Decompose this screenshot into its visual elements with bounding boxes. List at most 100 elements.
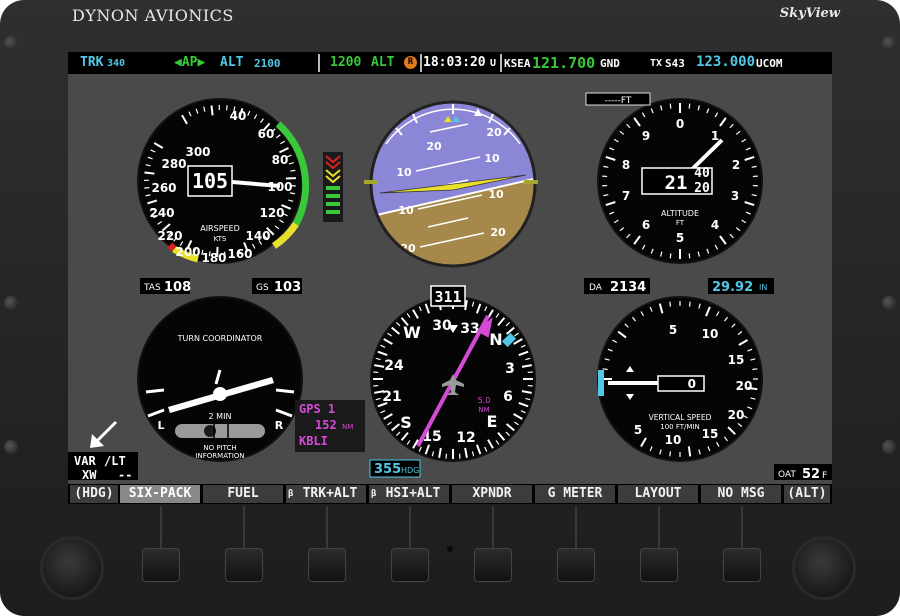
baro-value[interactable]: 29.92: [712, 280, 753, 295]
compass-label: E: [487, 412, 498, 431]
altitude-readout: 21: [665, 172, 688, 194]
compass-label: 12: [456, 430, 475, 446]
tick-mark: [602, 368, 608, 371]
ap-indicator[interactable]: ◀AP▶: [174, 55, 205, 70]
asi-label: 140: [245, 229, 270, 243]
alt-label: 1: [711, 129, 719, 143]
softkey-label: TRK+ALT: [302, 486, 358, 501]
gps-source: GPS 1: [299, 402, 335, 416]
trk-value: 340: [107, 58, 126, 69]
dual-knob-icon: β: [371, 489, 377, 499]
vsi-label: 10: [702, 327, 719, 341]
tc-title: TURN COORDINATOR: [177, 334, 263, 343]
gps-info-box: GPS 1 152 NM KBLI: [295, 400, 365, 452]
hardware-button-5[interactable]: [474, 548, 512, 582]
hardware-button-2[interactable]: [225, 548, 263, 582]
vsi-label: 20: [728, 408, 745, 422]
var-value: /LT: [104, 454, 126, 468]
display-bezel: DYNON AVIONICS SkyView TRK 340 ◀AP▶ ALT …: [0, 0, 900, 616]
softkey-six-pack[interactable]: SIX-PACK: [120, 485, 200, 503]
softkey-xpndr[interactable]: XPNDR: [452, 485, 532, 503]
com-frequency[interactable]: 121.700: [532, 54, 595, 72]
softkey-trk-alt[interactable]: β TRK+ALT: [286, 485, 366, 503]
pitch-label: 10: [488, 188, 504, 201]
hardware-button-4[interactable]: [391, 548, 429, 582]
heading-bug-value[interactable]: 355: [374, 462, 401, 477]
com2-frequency[interactable]: 123.000: [696, 54, 755, 70]
tick-mark: [669, 301, 672, 307]
hardware-button-6[interactable]: [557, 548, 595, 582]
alt-label: 2: [732, 158, 740, 172]
alt-bug-label: ALT: [371, 55, 395, 70]
softkey-alt[interactable]: (ALT): [784, 485, 830, 503]
asi-label: 240: [149, 206, 174, 220]
asi-label: 180: [201, 251, 226, 265]
hsi: W 30 33 N 3 6 E 12 15 S 21 24 5.0 NM 311…: [369, 285, 536, 478]
red-arc: [167, 242, 177, 252]
vsi-label: 5: [634, 423, 642, 437]
gps-waypoint: KBLI: [299, 434, 328, 448]
trk-label: TRK: [80, 55, 104, 70]
tick-mark: [669, 253, 672, 259]
hsi-distance-unit: NM: [478, 406, 489, 414]
vsi-title: VERTICAL SPEED: [649, 413, 712, 422]
altitude-roll-top: 40: [694, 166, 710, 181]
alt-label: 5: [676, 231, 684, 245]
tick-mark: [669, 103, 672, 109]
status-bar: TRK 340 ◀AP▶ ALT 2100 1200 ALT R 18:03:2…: [68, 52, 832, 74]
pitch-label: 20: [490, 226, 506, 239]
oat-value: 52: [802, 467, 820, 480]
tick-mark: [688, 253, 691, 259]
button-stem: [409, 506, 411, 548]
vsi-window: [657, 375, 705, 392]
right-knob[interactable]: [792, 536, 856, 600]
asi-label: 120: [259, 206, 284, 220]
screw-icon: [882, 440, 896, 454]
pitch-label: 10: [396, 166, 412, 179]
softkey-hdg[interactable]: (HDG): [70, 485, 118, 503]
da-label: DA: [589, 283, 603, 293]
compass-label: 24: [384, 358, 404, 374]
hardware-button-8[interactable]: [723, 548, 761, 582]
hsi-distance: 5.0: [478, 396, 491, 405]
screw-icon: [4, 36, 18, 50]
compass-label: N: [489, 330, 502, 349]
dual-knob-icon: β: [288, 489, 294, 499]
tick-mark: [688, 103, 691, 109]
tx-indicator: TX: [650, 58, 663, 69]
wind-arrow-icon: [90, 420, 118, 448]
aoa-indicator: [323, 152, 343, 222]
pitch-label: 20: [486, 126, 502, 139]
softkey-layout[interactable]: LAYOUT: [618, 485, 698, 503]
tick-mark: [688, 301, 691, 307]
separator: [500, 54, 502, 72]
button-stem: [575, 506, 577, 548]
softkey-no-msg[interactable]: NO MSG: [701, 485, 781, 503]
softkey-hsi-alt[interactable]: β HSI+ALT: [369, 485, 449, 503]
alt-label: 9: [642, 129, 650, 143]
ap-alt-target: 2100: [254, 57, 281, 70]
left-knob[interactable]: [40, 536, 104, 600]
pitch-ref-left: [364, 180, 378, 184]
separator: [318, 54, 320, 72]
xw-value: --: [118, 468, 132, 480]
vsi-label: 15: [702, 427, 719, 441]
com-station: KSEA: [504, 57, 531, 70]
softkey-g-meter[interactable]: G METER: [535, 485, 615, 503]
oat-label: OAT: [778, 470, 796, 480]
hardware-button-7[interactable]: [640, 548, 678, 582]
six-pack: 40 60 80 100 120 140 160 180 200 220 240…: [68, 74, 832, 480]
softkey-fuel[interactable]: FUEL: [203, 485, 283, 503]
asi-label: 220: [157, 229, 182, 243]
compass-label: 3: [505, 361, 515, 377]
hardware-button-1[interactable]: [142, 548, 180, 582]
compass-label: 6: [503, 389, 513, 405]
tc-rate: 2 MIN: [209, 412, 232, 421]
softkey-label: HSI+ALT: [385, 486, 441, 501]
hardware-button-3[interactable]: [308, 548, 346, 582]
alt-label: 4: [711, 218, 719, 232]
oat-unit: F: [822, 471, 827, 480]
tc-note-2: INFORMATION: [195, 452, 244, 460]
asi-label: 60: [258, 127, 275, 141]
clock-zone: U: [490, 58, 497, 69]
